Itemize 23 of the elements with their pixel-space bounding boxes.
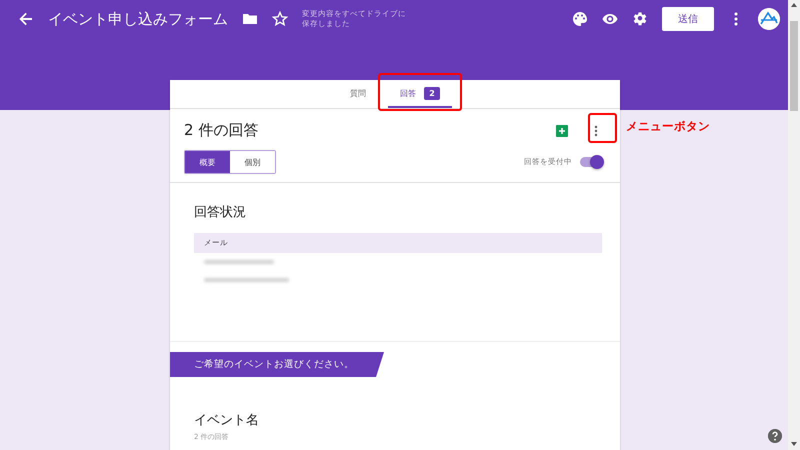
form-title: イベント申し込みフォーム [48,10,228,28]
view-toggle-button[interactable]: 概要 [185,151,230,173]
folder-icon[interactable] [242,11,258,27]
scrollbar[interactable] [788,0,800,450]
tab[interactable]: 質問 [338,80,378,108]
avatar-icon[interactable] [758,8,780,30]
count-badge: 2 [424,86,440,100]
help-icon[interactable] [768,429,782,443]
back-arrow-icon[interactable] [18,11,34,27]
summary-title: 回答状況 [194,204,247,221]
palette-icon[interactable] [572,11,588,27]
section-banner: ご希望のイベントお選びください。 [170,352,384,377]
annotation-label: メニューボタン [626,119,710,134]
star-icon[interactable] [272,11,288,27]
tab[interactable]: 回答 2 [388,80,452,108]
responses-title: 2 件の回答 [184,121,260,140]
eye-icon[interactable] [602,11,618,27]
accepting-switch[interactable] [580,157,602,167]
spreadsheet-icon[interactable] [556,124,568,136]
settings-icon[interactable] [632,11,648,27]
question-title: イベント名 [194,412,260,429]
highlight-frame [588,113,617,143]
send-button[interactable]: 送信 [662,7,714,31]
